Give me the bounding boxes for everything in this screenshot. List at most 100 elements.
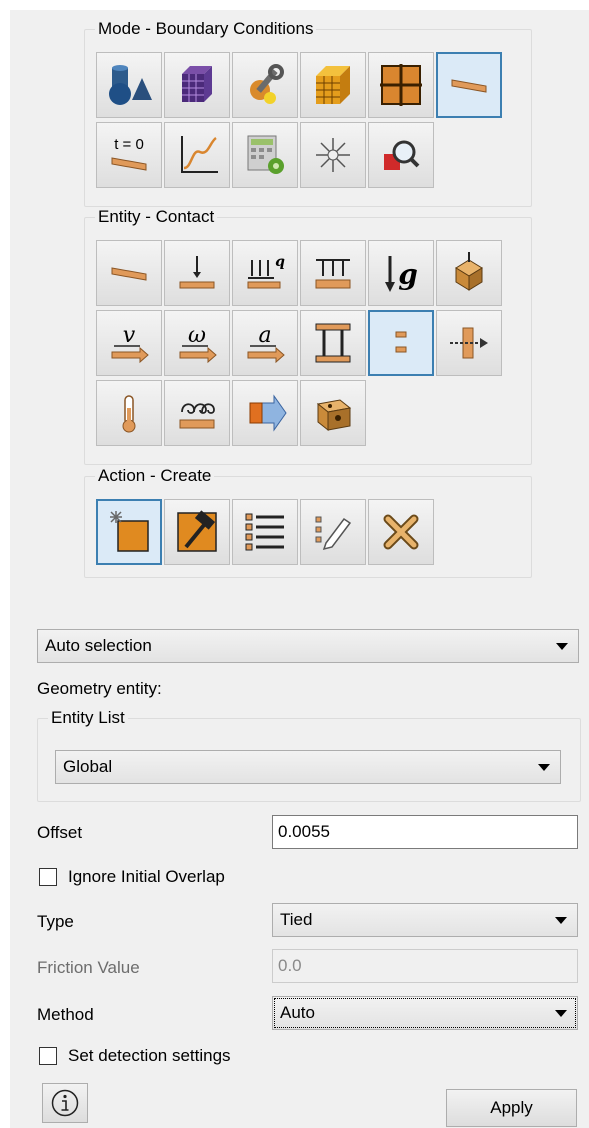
type-value: Tied <box>280 910 313 929</box>
flux-icon <box>249 394 287 432</box>
delete-icon <box>383 514 419 550</box>
entity-flux-button[interactable] <box>232 380 298 446</box>
entity-list-legend: Entity List <box>51 708 125 727</box>
list-icon <box>245 513 284 551</box>
method-label: Method <box>37 1005 94 1024</box>
chevron-down-icon <box>538 764 550 771</box>
rigid-link-icon <box>450 327 488 359</box>
svg-text:t = 0: t = 0 <box>114 136 144 153</box>
mode-grid-button[interactable] <box>368 52 434 118</box>
selection-mode-dropdown[interactable]: Auto selection <box>37 629 579 663</box>
mesh-cube-icon <box>182 66 212 102</box>
entity-volume-button[interactable] <box>300 380 366 446</box>
chevron-down-icon <box>555 1010 567 1017</box>
plate-icon <box>111 267 147 281</box>
point-load-icon <box>179 256 215 289</box>
contact-icon <box>395 331 407 353</box>
function-curve-icon <box>181 136 218 173</box>
convection-icon <box>179 403 215 429</box>
calculator-settings-icon <box>247 135 284 174</box>
entity-point-load-button[interactable] <box>164 240 230 306</box>
apply-button-label: Apply <box>490 1098 533 1117</box>
entity-rigid-link-button[interactable] <box>436 310 502 376</box>
ignore-overlap-label[interactable]: Ignore Initial Overlap <box>68 867 225 887</box>
friction-label: Friction Value <box>37 958 140 977</box>
entity-distributed-load-button[interactable]: q <box>232 240 298 306</box>
method-value: Auto <box>280 1003 315 1022</box>
angular-velocity-icon: ω <box>179 323 217 364</box>
mode-mesh-button[interactable] <box>164 52 230 118</box>
detection-settings-label[interactable]: Set detection settings <box>68 1046 231 1066</box>
create-new-icon <box>110 511 149 552</box>
velocity-icon: v <box>111 323 149 364</box>
mode-meshed-block-button[interactable] <box>300 52 366 118</box>
entity-body-force-button[interactable] <box>436 240 502 306</box>
svg-text:a: a <box>258 323 271 348</box>
selection-mode-value: Auto selection <box>45 636 152 655</box>
tied-pair-icon <box>315 323 351 363</box>
info-button[interactable] <box>42 1083 88 1123</box>
action-delete-button[interactable] <box>368 499 434 565</box>
action-list-button[interactable] <box>232 499 298 565</box>
svg-text:ω: ω <box>188 323 206 348</box>
entity-convection-button[interactable] <box>164 380 230 446</box>
distributed-load-icon: q <box>247 254 285 289</box>
mode-boundary-conditions-button[interactable] <box>436 52 502 118</box>
action-modify-button[interactable] <box>164 499 230 565</box>
offset-input[interactable]: 0.0055 <box>272 815 578 849</box>
entity-velocity-button[interactable]: v <box>96 310 162 376</box>
contact-panel: Mode - Boundary Conditions t = 0 Entity … <box>10 10 589 1128</box>
action-edit-button[interactable] <box>300 499 366 565</box>
entity-pressure-button[interactable] <box>300 240 366 306</box>
mode-spark-button[interactable] <box>300 122 366 188</box>
material-tools-icon <box>250 64 284 104</box>
body-force-icon <box>455 252 483 291</box>
entity-temperature-button[interactable] <box>96 380 162 446</box>
magnify-inspect-icon <box>384 140 420 170</box>
mode-material-button[interactable] <box>232 52 298 118</box>
offset-value: 0.0055 <box>278 822 330 841</box>
detection-settings-checkbox[interactable] <box>39 1047 57 1065</box>
mode-group-legend: Mode - Boundary Conditions <box>98 19 314 38</box>
pressure-icon <box>315 259 351 289</box>
entity-acceleration-button[interactable]: a <box>232 310 298 376</box>
entity-list-value: Global <box>63 757 113 776</box>
entity-group-legend: Entity - Contact <box>98 207 215 226</box>
entity-gravity-button[interactable]: g <box>368 240 434 306</box>
chevron-down-icon <box>556 643 568 650</box>
mode-initial-condition-button[interactable]: t = 0 <box>96 122 162 188</box>
meshed-block-icon <box>316 66 350 104</box>
svg-text:g: g <box>398 258 418 291</box>
friction-input: 0.0 <box>272 949 578 983</box>
spark-icon <box>316 138 350 172</box>
apply-button[interactable]: Apply <box>446 1089 577 1127</box>
friction-value: 0.0 <box>278 956 302 975</box>
svg-text:v: v <box>123 323 136 348</box>
geometry-shapes-icon <box>109 65 152 105</box>
mode-inspect-button[interactable] <box>368 122 434 188</box>
entity-angular-velocity-button[interactable]: ω <box>164 310 230 376</box>
boundary-plate-icon <box>451 79 487 93</box>
mode-geometry-button[interactable] <box>96 52 162 118</box>
entity-tied-pair-button[interactable] <box>300 310 366 376</box>
type-label: Type <box>37 912 74 931</box>
action-group-legend: Action - Create <box>98 466 212 485</box>
grid-frame-icon <box>380 64 422 106</box>
entity-list-dropdown[interactable]: Global <box>55 750 561 784</box>
info-icon <box>51 1089 79 1117</box>
svg-text:q: q <box>275 254 285 270</box>
geometry-entity-label: Geometry entity: <box>37 679 162 698</box>
mode-function-button[interactable] <box>164 122 230 188</box>
entity-plate-button[interactable] <box>96 240 162 306</box>
chevron-down-icon <box>555 917 567 924</box>
action-create-button[interactable] <box>96 499 162 565</box>
edit-pencil-icon <box>315 516 352 551</box>
mode-calculator-button[interactable] <box>232 122 298 188</box>
ignore-overlap-checkbox[interactable] <box>39 868 57 886</box>
modify-hammer-icon <box>177 510 217 552</box>
temperature-icon <box>122 395 136 433</box>
entity-contact-button[interactable] <box>368 310 434 376</box>
type-dropdown[interactable]: Tied <box>272 903 578 937</box>
volume-cube-icon <box>316 399 352 432</box>
method-dropdown[interactable]: Auto <box>272 996 578 1030</box>
